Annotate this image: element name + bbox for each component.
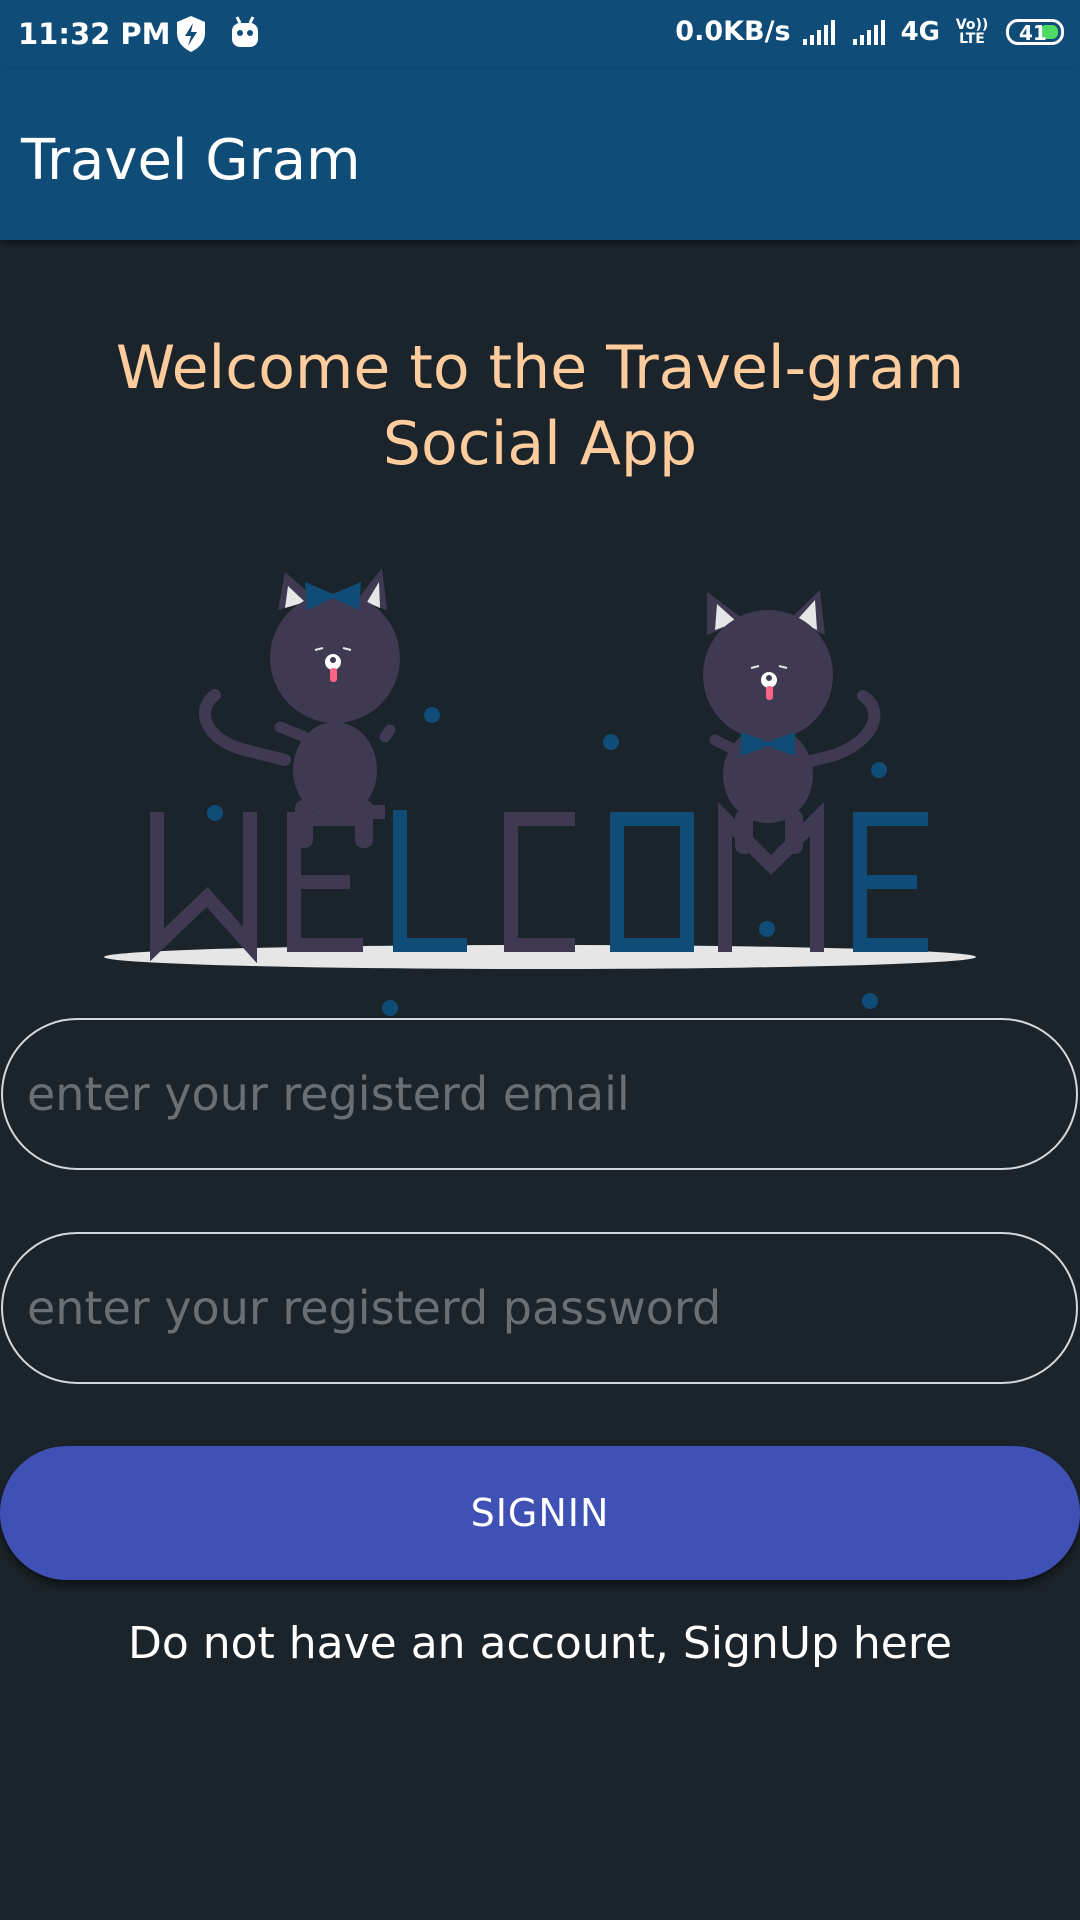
signin-button[interactable]: SIGNIN bbox=[0, 1446, 1080, 1580]
status-notification-icons bbox=[175, 15, 261, 53]
status-right-group: 0.0KB/s 4G Vo)) LTE 41 bbox=[675, 16, 1064, 47]
android-debug-icon bbox=[232, 16, 258, 47]
signup-link[interactable]: Do not have an account, SignUp here bbox=[0, 1618, 1080, 1669]
net-speed: 0.0KB/s bbox=[675, 16, 791, 47]
signal-icon bbox=[802, 19, 835, 45]
app-bar: Travel Gram bbox=[0, 70, 1080, 240]
volte-label: Vo)) LTE bbox=[955, 16, 989, 47]
status-time: 11:32 PM bbox=[18, 17, 171, 51]
welcome-heading: Welcome to the Travel-gram Social App bbox=[115, 333, 965, 479]
password-input[interactable] bbox=[1, 1232, 1078, 1384]
shield-bolt-icon bbox=[177, 16, 205, 52]
illustration-cat-left bbox=[199, 568, 400, 848]
battery-icon: 41 bbox=[1006, 18, 1064, 45]
email-input[interactable] bbox=[1, 1018, 1078, 1170]
app-title: Travel Gram bbox=[21, 128, 361, 193]
illustration-word bbox=[150, 802, 928, 964]
signal-icon bbox=[852, 19, 885, 45]
status-bar: 11:32 PM 0.0KB/s 4G Vo)) LTE 41 bbox=[0, 0, 1080, 70]
network-type: 4G bbox=[900, 16, 940, 47]
battery-level: 41 bbox=[1019, 20, 1047, 45]
welcome-illustration bbox=[104, 568, 976, 1016]
